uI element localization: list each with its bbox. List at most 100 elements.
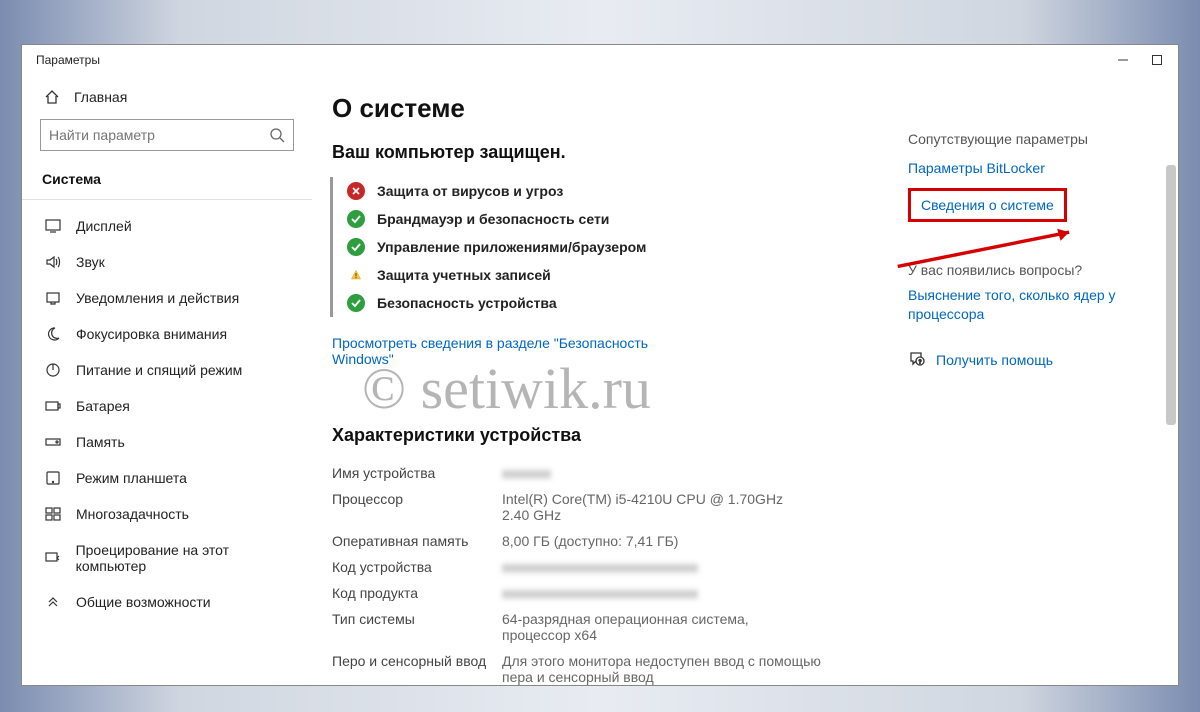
sidebar-item-multitask[interactable]: Многозадачность [22,496,312,532]
sidebar-item-label: Память [76,434,125,450]
search-input-wrap[interactable] [40,119,294,151]
main-content: О системе Ваш компьютер защищен. Защита … [312,75,1178,685]
spec-key: Перо и сенсорный ввод [332,653,502,685]
protected-heading: Ваш компьютер защищен. [332,142,908,163]
sidebar-item-focus[interactable]: Фокусировка внимания [22,316,312,352]
spec-value: 64-разрядная операционная система, проце… [502,611,802,643]
sidebar-item-label: Батарея [76,398,130,414]
spec-value: xxxxxxxxxxxxxxxxxxxxxxxxxxxx [502,585,908,601]
spec-key: Оперативная память [332,533,502,549]
scrollbar[interactable] [1166,165,1176,675]
settings-window: Параметры Главная Система [21,44,1179,686]
search-input[interactable] [49,127,269,143]
spec-key: Тип системы [332,611,502,643]
spec-row: Код продукта xxxxxxxxxxxxxxxxxxxxxxxxxxx… [332,580,908,606]
search-icon [269,127,285,143]
security-row-label: Управление приложениями/браузером [377,239,646,255]
security-details-link[interactable]: Просмотреть сведения в разделе "Безопасн… [332,335,672,367]
security-row-label: Защита от вирусов и угроз [377,183,563,199]
project-icon [44,550,62,566]
questions-heading: У вас появились вопросы? [908,262,1158,278]
spec-row: Тип системы 64-разрядная операционная си… [332,606,908,648]
status-warn-icon [347,266,365,284]
svg-text:?: ? [919,359,922,365]
spec-value: xxxxxxxxxxxxxxxxxxxxxxxxxxxx [502,559,908,575]
sidebar-item-display[interactable]: Дисплей [22,208,312,244]
specs-heading: Характеристики устройства [332,425,908,446]
security-row-label: Защита учетных записей [377,267,551,283]
sidebar-item-project[interactable]: Проецирование на этот компьютер [22,532,312,584]
sidebar-home[interactable]: Главная [22,83,312,115]
window-title: Параметры [30,53,100,67]
sidebar-item-label: Многозадачность [76,506,189,522]
related-heading: Сопутствующие параметры [908,131,1158,147]
home-icon [44,89,62,105]
sidebar-item-label: Фокусировка внимания [76,326,227,342]
get-help-link[interactable]: Получить помощь [936,352,1053,368]
power-icon [44,362,62,378]
minimize-button[interactable] [1110,51,1136,69]
sidebar: Главная Система Дисплей Звук [22,75,312,685]
status-ok-icon [347,238,365,256]
status-ok-icon [347,210,365,228]
spec-key: Код устройства [332,559,502,575]
status-bad-icon [347,182,365,200]
spec-value: Intel(R) Core(TM) i5-4210U CPU @ 1.70GHz… [502,491,802,523]
sidebar-category: Система [22,165,312,200]
battery-icon [44,398,62,414]
titlebar: Параметры [22,45,1178,75]
sidebar-nav: Дисплей Звук Уведомления и действия Фоку… [22,208,312,685]
storage-icon [44,434,62,450]
cores-link[interactable]: Выяснение того, сколько ядер у процессор… [908,286,1118,324]
spec-key: Имя устройства [332,465,502,481]
system-info-link[interactable]: Сведения о системе [921,197,1054,213]
spec-key: Процессор [332,491,502,523]
spec-value: Для этого монитора недоступен ввод с пом… [502,653,822,685]
related-column: Сопутствующие параметры Параметры BitLoc… [908,93,1158,685]
page-title: О системе [332,93,908,124]
security-section: Защита от вирусов и угроз Брандмауэр и б… [330,177,908,317]
spec-row: Перо и сенсорный ввод Для этого монитора… [332,648,908,685]
sidebar-item-sound[interactable]: Звук [22,244,312,280]
maximize-button[interactable] [1144,51,1170,69]
spec-row: Процессор Intel(R) Core(TM) i5-4210U CPU… [332,486,908,528]
display-icon [44,218,62,234]
sidebar-item-storage[interactable]: Память [22,424,312,460]
sidebar-item-label: Звук [76,254,105,270]
multitask-icon [44,506,62,522]
spec-value: xxxxxxx [502,465,908,481]
security-row: Брандмауэр и безопасность сети [347,205,908,233]
sidebar-item-tablet[interactable]: Режим планшета [22,460,312,496]
security-row-label: Безопасность устройства [377,295,557,311]
sound-icon [44,254,62,270]
security-row-label: Брандмауэр и безопасность сети [377,211,609,227]
sidebar-item-power[interactable]: Питание и спящий режим [22,352,312,388]
sidebar-item-label: Общие возможности [76,594,211,610]
sidebar-home-label: Главная [74,89,127,105]
sidebar-item-label: Проецирование на этот компьютер [76,542,298,574]
focus-icon [44,326,62,342]
shared-icon [44,594,62,610]
scrollbar-thumb[interactable] [1166,165,1176,425]
spec-row: Имя устройства xxxxxxx [332,460,908,486]
sidebar-item-label: Уведомления и действия [76,290,239,306]
notifications-icon [44,290,62,306]
specs-section: Имя устройства xxxxxxx Процессор Intel(R… [332,460,908,685]
sidebar-item-battery[interactable]: Батарея [22,388,312,424]
sidebar-item-label: Дисплей [76,218,132,234]
spec-row: Код устройства xxxxxxxxxxxxxxxxxxxxxxxxx… [332,554,908,580]
security-row: Безопасность устройства [347,289,908,317]
sidebar-item-notifications[interactable]: Уведомления и действия [22,280,312,316]
spec-row: Оперативная память 8,00 ГБ (доступно: 7,… [332,528,908,554]
sidebar-item-label: Питание и спящий режим [76,362,242,378]
system-info-highlight: Сведения о системе [908,188,1067,222]
bitlocker-link[interactable]: Параметры BitLocker [908,159,1158,178]
tablet-icon [44,470,62,486]
spec-key: Код продукта [332,585,502,601]
security-row: Защита учетных записей [347,261,908,289]
security-row: Управление приложениями/браузером [347,233,908,261]
sidebar-item-shared[interactable]: Общие возможности [22,584,312,620]
help-icon: ? [908,350,926,371]
status-ok-icon [347,294,365,312]
sidebar-item-label: Режим планшета [76,470,187,486]
